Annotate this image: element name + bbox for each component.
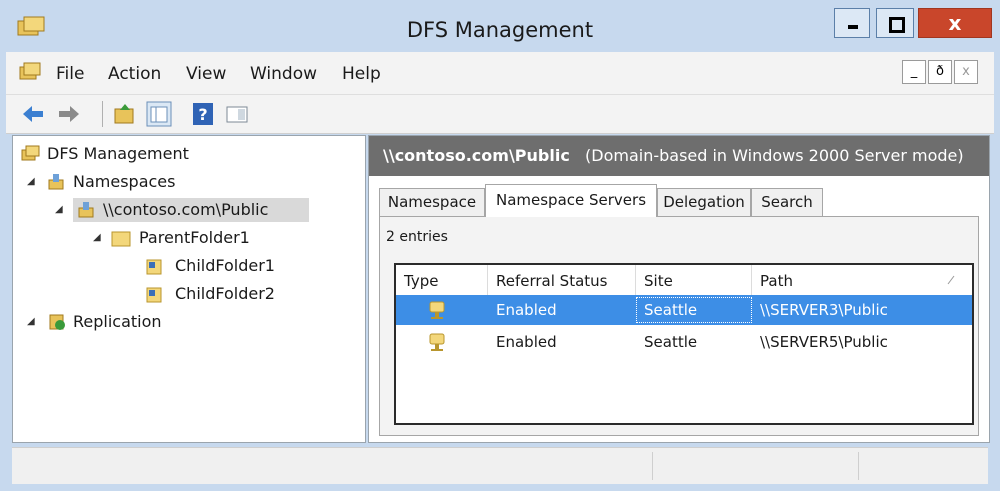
site: Seattle	[644, 301, 698, 319]
tree-label-replication: Replication	[73, 312, 162, 331]
tab-search[interactable]: Search	[751, 188, 823, 216]
forward-arrow-icon[interactable]	[56, 101, 82, 127]
servers-list[interactable]: Type Referral Status Site Path Enabled S…	[394, 263, 974, 425]
table-row[interactable]: Enabled Seattle \\SERVER5\Public	[396, 327, 972, 357]
site: Seattle	[644, 333, 698, 351]
app-window: DFS Management x File Action View Window…	[0, 0, 1000, 491]
path: \\SERVER5\Public	[760, 333, 888, 351]
menu-file[interactable]: File	[56, 64, 84, 84]
minimize-icon	[848, 25, 858, 29]
status-bar	[12, 447, 988, 484]
svg-text:?: ?	[198, 105, 207, 124]
mdi-restore-button[interactable]: ð	[928, 60, 952, 84]
tree-label-root: DFS Management	[47, 144, 189, 163]
expanded-icon[interactable]: ◢	[27, 176, 35, 187]
action-pane-icon[interactable]	[224, 101, 250, 127]
tree-label-parent-folder: ParentFolder1	[139, 228, 250, 247]
dfs-management-icon	[21, 145, 40, 161]
referral-status: Enabled	[496, 301, 557, 319]
folder-icon	[111, 231, 131, 247]
toolbar-separator	[102, 101, 103, 127]
server-icon	[429, 333, 445, 351]
menu-action[interactable]: Action	[108, 64, 161, 84]
namespace-mode: (Domain-based in Windows 2000 Server mod…	[585, 146, 964, 165]
column-site[interactable]: Site	[636, 265, 752, 295]
mdi-minimize-button[interactable]: _	[902, 60, 926, 84]
namespace-servers-panel: 2 entries Type Referral Status Site Path	[379, 216, 979, 436]
expanded-icon[interactable]: ◢	[55, 204, 63, 215]
menu-bar: File Action View Window Help _ ð x	[6, 52, 994, 95]
tree-label-child2: ChildFolder2	[175, 284, 275, 303]
table-row[interactable]: Enabled Seattle \\SERVER3\Public	[396, 295, 972, 325]
close-icon: x	[948, 11, 962, 35]
up-folder-icon[interactable]	[112, 101, 138, 127]
expanded-icon[interactable]: ◢	[27, 316, 35, 327]
status-separator	[652, 452, 653, 480]
details-pane: \\contoso.com\Public (Domain-based in Wi…	[368, 135, 990, 443]
menu-view[interactable]: View	[186, 64, 226, 84]
console-tree: DFS Management ◢ Namespaces ◢ \\contoso.…	[12, 135, 366, 443]
toolbar: ?	[6, 95, 994, 134]
entries-count: 2 entries	[386, 229, 448, 245]
namespaces-icon	[48, 174, 64, 190]
tab-namespace[interactable]: Namespace	[379, 188, 485, 216]
column-path[interactable]: Path	[752, 265, 972, 295]
folder-target-icon	[146, 287, 162, 303]
show-hide-console-tree-icon[interactable]	[146, 101, 172, 127]
tree-label-namespaces: Namespaces	[73, 172, 176, 191]
tree-label-child1: ChildFolder1	[175, 256, 275, 275]
maximize-button[interactable]	[876, 8, 914, 38]
referral-status: Enabled	[496, 333, 557, 351]
menu-help[interactable]: Help	[342, 64, 381, 84]
status-separator	[858, 452, 859, 480]
tab-namespace-servers[interactable]: Namespace Servers	[485, 184, 657, 217]
close-button[interactable]: x	[918, 8, 992, 38]
minimize-button[interactable]	[834, 8, 870, 38]
namespace-icon	[78, 202, 94, 218]
tab-delegation[interactable]: Delegation	[657, 188, 751, 216]
maximize-icon	[889, 17, 905, 33]
path: \\SERVER3\Public	[760, 301, 888, 319]
help-icon[interactable]: ?	[190, 101, 216, 127]
expanded-icon[interactable]: ◢	[93, 232, 101, 243]
namespace-path: \\contoso.com\Public	[383, 146, 570, 165]
dfs-menu-icon[interactable]	[18, 61, 42, 83]
back-arrow-icon[interactable]	[20, 101, 46, 127]
tree-label-namespace: \\contoso.com\Public	[103, 200, 269, 219]
column-referral-status[interactable]: Referral Status	[488, 265, 636, 295]
tabs-area: Namespace Namespace Servers Delegation S…	[379, 184, 979, 438]
server-icon	[429, 301, 445, 319]
replication-icon	[49, 314, 65, 330]
column-type[interactable]: Type	[396, 265, 488, 295]
folder-target-icon	[146, 259, 162, 275]
title-bar[interactable]: DFS Management x	[6, 6, 994, 52]
details-header: \\contoso.com\Public (Domain-based in Wi…	[369, 136, 989, 176]
resize-grip-icon	[947, 275, 955, 285]
menu-window[interactable]: Window	[250, 64, 317, 84]
mdi-close-button[interactable]: x	[954, 60, 978, 84]
